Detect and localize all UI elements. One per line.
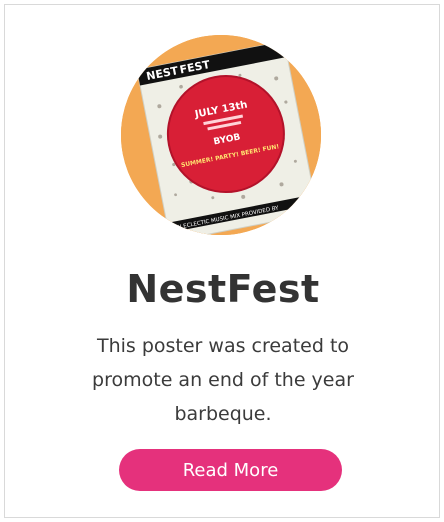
project-card: NEST FEST JULY 13th BYOB SUMMER! PARTY! … (4, 4, 440, 518)
read-more-button[interactable]: Read More (119, 449, 342, 491)
project-image: NEST FEST JULY 13th BYOB SUMMER! PARTY! … (121, 35, 321, 235)
card-description: This poster was created to promote an en… (92, 335, 354, 425)
card-title: NestFest (126, 267, 320, 311)
